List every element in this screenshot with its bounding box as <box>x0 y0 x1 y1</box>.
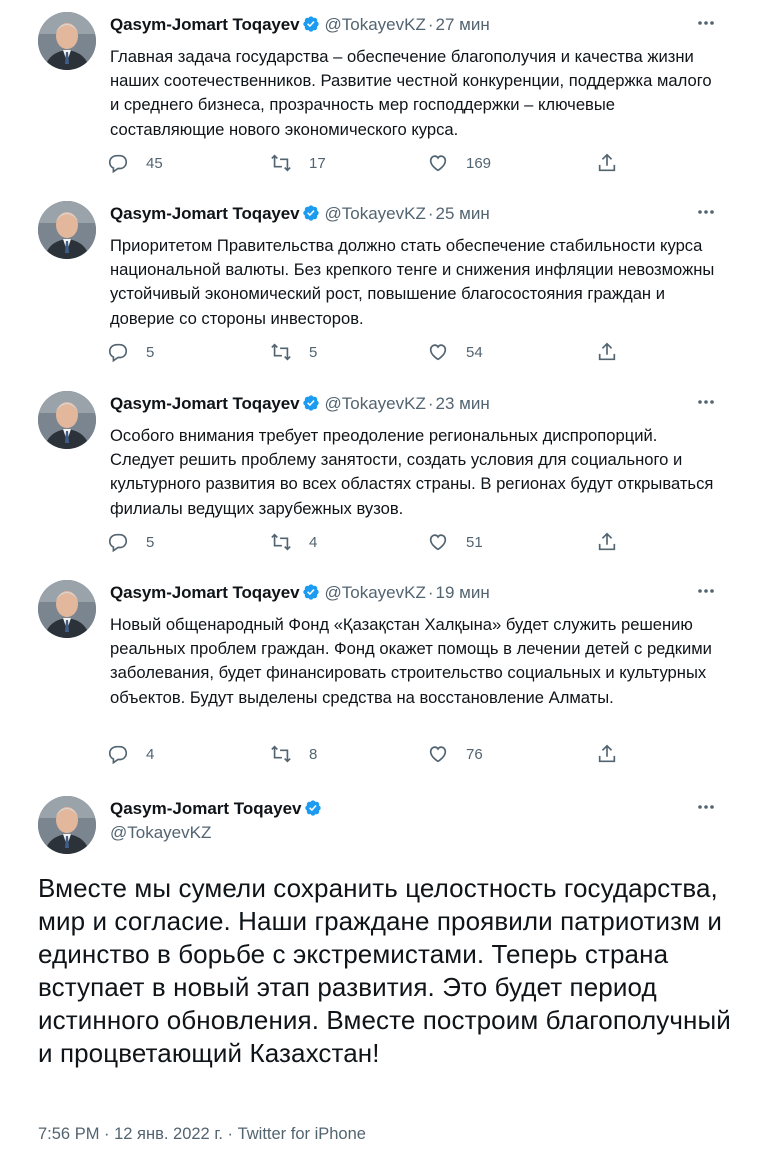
like-icon <box>429 534 447 551</box>
reply-button[interactable]: 4 <box>107 742 154 766</box>
tweet-time[interactable]: 25 мин <box>436 204 490 223</box>
share-button[interactable] <box>596 151 618 175</box>
share-icon <box>598 153 616 172</box>
retweet-icon <box>271 154 291 172</box>
share-icon <box>598 342 616 361</box>
more-icon[interactable] <box>697 207 715 217</box>
reply-count: 5 <box>146 533 155 551</box>
tweet-actions: 5 5 54 <box>107 340 627 364</box>
like-button[interactable]: 169 <box>427 151 491 175</box>
tweet-header: Qasym-Jomart Toqayev @TokayevKZ · 27 мин <box>110 14 490 36</box>
retweet-button[interactable]: 5 <box>270 340 317 364</box>
like-icon <box>429 746 447 763</box>
like-button[interactable]: 76 <box>427 742 483 766</box>
like-button[interactable]: 54 <box>427 340 483 364</box>
avatar-image <box>38 201 96 259</box>
retweet-icon <box>271 343 291 361</box>
reply-icon <box>108 343 128 363</box>
author-handle[interactable]: @TokayevKZ <box>324 204 425 223</box>
avatar-image <box>38 12 96 70</box>
tweet-meta[interactable]: 7:56 PM · 12 янв. 2022 г. · Twitter for … <box>38 1125 366 1144</box>
share-icon <box>598 744 616 763</box>
retweet-button[interactable]: 4 <box>270 530 317 554</box>
separator-dot: · <box>427 15 434 34</box>
tweet-header: Qasym-Jomart Toqayev @TokayevKZ · 23 мин <box>110 393 490 415</box>
tweet-time[interactable]: 19 мин <box>436 583 490 602</box>
share-button[interactable] <box>596 340 618 364</box>
separator-dot: · <box>427 583 434 602</box>
separator-dot: · <box>427 204 434 223</box>
tweet-text: Особого внимания требует преодоление рег… <box>110 426 714 518</box>
separator-dot: · <box>427 394 434 413</box>
reply-icon <box>108 533 128 553</box>
retweet-button[interactable]: 8 <box>270 742 317 766</box>
share-button[interactable] <box>596 742 618 766</box>
avatar[interactable] <box>38 580 96 638</box>
tweet-text: Главная задача государства – обеспечение… <box>110 47 712 139</box>
retweet-count: 17 <box>309 154 326 172</box>
like-icon <box>429 344 447 361</box>
tweet-time[interactable]: 23 мин <box>436 394 490 413</box>
main-tweet[interactable]: Qasym-Jomart Toqayev @TokayevKZ Вместе м… <box>0 796 757 1151</box>
reply-button[interactable]: 5 <box>107 530 154 554</box>
avatar[interactable] <box>38 12 96 70</box>
more-icon[interactable] <box>697 18 715 28</box>
retweet-button[interactable]: 17 <box>270 151 326 175</box>
tweet-time[interactable]: 27 мин <box>436 15 490 34</box>
like-count: 76 <box>466 745 483 763</box>
tweet-actions: 5 4 51 <box>107 530 627 554</box>
avatar[interactable] <box>38 391 96 449</box>
retweet-count: 8 <box>309 745 318 763</box>
verified-badge-icon <box>305 800 322 816</box>
author-name[interactable]: Qasym-Jomart Toqayev <box>110 15 300 34</box>
like-icon <box>429 155 447 172</box>
like-button[interactable]: 51 <box>427 530 483 554</box>
reply-count: 5 <box>146 343 155 361</box>
tweet-header: Qasym-Jomart Toqayev @TokayevKZ · 25 мин <box>110 203 490 225</box>
avatar-image <box>38 580 96 638</box>
author-handle[interactable]: @TokayevKZ <box>324 394 425 413</box>
more-icon[interactable] <box>697 586 715 596</box>
tweet-text: Приоритетом Правительства должно стать о… <box>110 236 715 328</box>
avatar[interactable] <box>38 201 96 259</box>
verified-badge-icon <box>303 16 320 32</box>
reply-button[interactable]: 45 <box>107 151 163 175</box>
share-icon <box>598 532 616 551</box>
reply-count: 4 <box>146 745 155 763</box>
avatar-image <box>38 391 96 449</box>
author-name[interactable]: Qasym-Jomart Toqayev <box>110 204 300 223</box>
verified-badge-icon <box>303 395 320 411</box>
reply-button[interactable]: 5 <box>107 340 154 364</box>
tweet-header: Qasym-Jomart Toqayev @TokayevKZ · 19 мин <box>110 582 490 604</box>
reply-icon <box>108 154 128 174</box>
retweet-count: 4 <box>309 533 318 551</box>
author-handle[interactable]: @TokayevKZ <box>324 583 425 602</box>
like-count: 54 <box>466 343 483 361</box>
like-count: 51 <box>466 533 483 551</box>
share-button[interactable] <box>596 530 618 554</box>
author-name[interactable]: Qasym-Jomart Toqayev <box>110 583 300 602</box>
tweet-actions: 4 8 76 <box>107 742 627 766</box>
like-count: 169 <box>466 154 492 172</box>
author-handle[interactable]: @TokayevKZ <box>324 15 425 34</box>
avatar[interactable] <box>38 796 96 854</box>
more-icon[interactable] <box>697 397 715 407</box>
reply-icon <box>108 745 128 765</box>
retweet-icon <box>271 533 291 551</box>
author-name[interactable]: Qasym-Jomart Toqayev <box>110 799 301 818</box>
retweet-count: 5 <box>309 343 318 361</box>
verified-badge-icon <box>303 205 320 221</box>
reply-count: 45 <box>146 154 163 172</box>
verified-badge-icon <box>303 584 320 600</box>
main-tweet-text: Вместе мы сумели сохранить целостность г… <box>38 873 731 1068</box>
avatar-image <box>38 796 96 854</box>
retweet-icon <box>271 745 291 763</box>
author-handle[interactable]: @TokayevKZ <box>110 822 211 844</box>
author-name[interactable]: Qasym-Jomart Toqayev <box>110 394 300 413</box>
tweet-actions: 45 17 169 <box>107 151 627 175</box>
more-icon[interactable] <box>697 802 715 812</box>
tweet-header: Qasym-Jomart Toqayev <box>110 798 326 820</box>
tweet-text: Новый общенародный Фонд «Қазақстан Халқы… <box>110 615 712 707</box>
